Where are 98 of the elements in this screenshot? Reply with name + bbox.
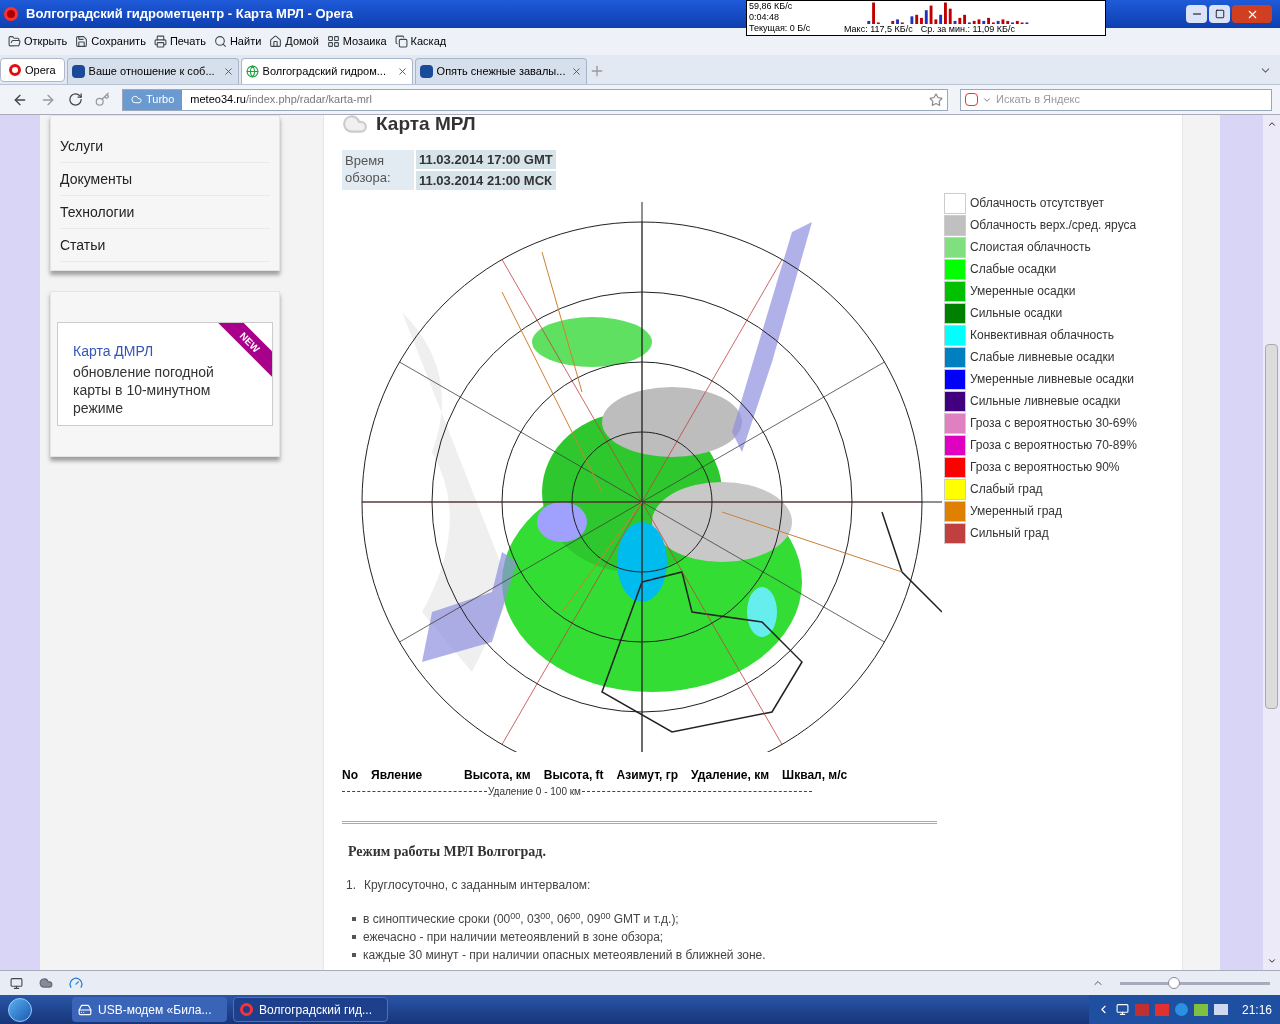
taskbar-button[interactable]: USB-модем «Била... [72,997,227,1022]
legend-label: Умеренные ливневые осадки [970,371,1134,388]
minimize-button[interactable] [1186,5,1207,23]
item-number: 1. [346,877,356,894]
search-field[interactable]: Искать в Яндекс [996,91,1267,108]
time-label: Время обзора: [342,150,414,190]
legend-label: Умеренный град [970,503,1062,520]
column-header: Явление [371,767,424,784]
toolbar-button[interactable]: Печать [153,33,206,50]
column-header: Азимут, гр [616,767,679,784]
schedule-bullet: каждые 30 минут - при наличии опасных метеоявлений в ближней зоне. [363,947,766,964]
promo-text: обновление погодной карты в 10-минутном режиме [73,363,215,417]
toolbar-button[interactable]: Открыть [8,33,68,50]
close-tab-icon[interactable] [570,66,582,77]
close-tab-icon[interactable] [222,66,234,77]
legend-label: Слоистая облачность [970,239,1091,256]
bullet-icon [352,917,356,921]
legend-label: Гроза с вероятностью 70-89% [970,437,1137,454]
legend-label: Гроза с вероятностью 30-69% [970,415,1137,432]
search-bar[interactable]: Искать в Яндекс [960,88,1272,111]
window-title: Волгоградский гидрометцентр - Карта МРЛ - Opera [26,5,355,24]
address-field[interactable]: Turbo meteo34.ru/index.php/radar/karta-mrl [122,88,948,111]
tray-icon[interactable] [1193,1003,1208,1016]
save-icon [75,35,89,48]
cloud-icon[interactable] [39,976,53,990]
maximize-button[interactable] [1209,5,1230,23]
globe-icon [245,65,259,78]
browser-tab[interactable]: Волгоградский гидром... [240,58,413,84]
close-button[interactable] [1232,5,1272,23]
scroll-down-icon[interactable] [1266,956,1277,966]
column-header: No [342,767,358,784]
legend-label: Сильные осадки [970,305,1063,322]
clock: 21:16 [1241,1001,1272,1019]
legend-label: Сильные ливневые осадки [970,393,1121,410]
network-icon[interactable] [1115,1003,1129,1016]
sidebar-item[interactable]: Услуги [60,130,270,163]
toolbar-button[interactable]: Каскад [394,33,447,50]
toolbar-button[interactable]: Домой [269,33,319,50]
legend-label: Сильный град [970,525,1049,542]
net-current: Текущая: 0 Б/с [749,23,812,34]
toolbar-button[interactable]: Сохранить [75,33,146,50]
taskbar-button[interactable]: Волгоградский гид... [233,997,388,1022]
print-icon [153,35,167,48]
browser-tab[interactable]: Опять снежные завалы... [414,58,587,84]
bookmark-star-icon[interactable] [929,92,943,107]
range-row-text: Удаление 0 - 100 км [487,785,582,799]
net-avg: Ср. за мин.: 11,09 КБ/с [920,24,1015,35]
site-icon [71,65,85,78]
legend-label: Облачность верх./сред. яруса [970,217,1137,234]
cascade-icon [394,35,408,48]
column-header: Высота, км [464,767,531,784]
cloud-icon [131,94,142,105]
toolbar-button[interactable]: Мозаика [326,33,387,50]
home-icon [269,35,283,48]
schedule-bullet: в синоптические сроки (00$^{00}$, 03$^{00}$, 06$^{00}$, 09$^{00}$ GMT и т.д.); [363,910,679,928]
legend-label: Слабые осадки [970,261,1057,278]
legend-label: Облачность отсутствует [970,195,1105,212]
net-max: Макс: 117,5 КБ/с [844,24,913,35]
sidebar-item[interactable]: Документы [60,163,270,196]
legend-label: Слабые ливневые осадки [970,349,1115,366]
search-icon [213,35,227,48]
grid-icon [326,35,340,48]
sidebar-item[interactable]: Технологии [60,196,270,229]
browser-tab[interactable]: Ваше отношение к соб... [66,58,239,84]
schedule-item: Круглосуточно, с заданным интервалом: [364,877,591,894]
legend-label: Конвективная облачность [970,327,1115,344]
maximize-icon [1214,9,1225,19]
column-header: Высота, ft [543,767,604,784]
legend-label: Умеренные осадки [970,283,1076,300]
page-title: Карта МРЛ [376,115,476,136]
site-icon [419,65,433,78]
time-value: 11.03.2014 21:00 МСК [416,171,556,190]
key-icon[interactable] [95,92,110,107]
column-header: Шквал, м/с [782,767,848,784]
net-speed: 59,86 КБ/с [749,1,794,12]
bullet-icon [352,953,356,957]
scroll-up-icon[interactable] [1266,119,1277,129]
url-text: meteo34.ru/index.php/radar/karta-mrl [190,92,372,108]
schedule-bullet: ежечасно - при наличии метеоявлений в зоне обзора; [363,929,664,946]
speed-dial-icon[interactable] [69,976,83,990]
net-time: 0:04:48 [749,12,781,23]
time-value: 11.03.2014 17:00 GMT [416,150,556,169]
scrollbar[interactable] [1263,115,1280,970]
close-tab-icon[interactable] [396,66,408,77]
schedule-heading: Режим работы МРЛ Волгоград. [348,843,547,861]
reload-icon[interactable] [68,92,83,107]
promo-link[interactable]: Карта ДМРЛ [73,342,154,360]
sidebar-item[interactable]: Статьи [60,229,270,262]
drive-icon [78,1002,92,1017]
toolbar-button[interactable]: Найти [213,33,262,50]
legend-label: Слабый град [970,481,1043,498]
folder-icon [8,35,21,48]
bullet-icon [352,935,356,939]
opera-menu-button[interactable]: Opera [0,58,65,82]
column-header: Удаление, км [691,767,770,784]
zoom-slider[interactable] [1120,976,1270,990]
panel-icon[interactable] [10,976,23,990]
legend-label: Гроза с вероятностью 90% [970,459,1120,476]
